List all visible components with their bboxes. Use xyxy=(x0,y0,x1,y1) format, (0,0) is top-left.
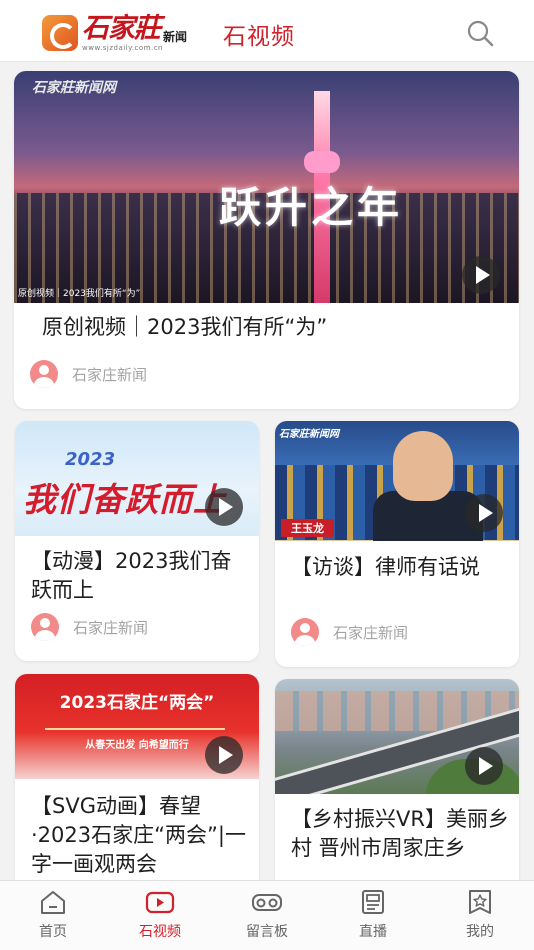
thumbnail-watermark: 石家莊新闻网 xyxy=(32,80,116,96)
thumbnail-header-text: 2023石家庄“两会” xyxy=(59,693,215,713)
source-name: 石家庄新闻 xyxy=(72,365,148,384)
video-source: 石家庄新闻 xyxy=(30,360,147,388)
avatar xyxy=(30,360,58,388)
tab-label: 留言板 xyxy=(246,924,288,940)
tv-tower-top xyxy=(304,151,340,173)
video-thumbnail[interactable] xyxy=(275,679,519,794)
video-card[interactable]: 2023石家庄“两会” 从春天出发 向希望而行 【SVG动画】春望·2023石家… xyxy=(15,674,259,880)
tab-video[interactable]: 石视频 xyxy=(120,889,200,947)
tab-label: 首页 xyxy=(39,924,67,940)
video-thumbnail[interactable]: 石家莊新闻网 王玉龙 xyxy=(275,421,519,541)
avatar xyxy=(291,618,319,646)
video-title[interactable]: 原创视频｜2023我们有所“为” xyxy=(42,313,502,342)
tab-home[interactable]: 首页 xyxy=(13,889,93,947)
play-icon[interactable] xyxy=(462,256,500,294)
logo-emblem-icon xyxy=(42,15,78,51)
video-card[interactable]: 2023 我们奋跃而上 【动漫】2023我们奋跃而上 石家庄新闻 xyxy=(15,421,259,661)
live-news-icon xyxy=(362,890,384,914)
video-thumbnail[interactable]: 2023石家庄“两会” 从春天出发 向希望而行 xyxy=(15,674,259,779)
thumbnail-overlay-text: 跃升之年 xyxy=(219,183,404,232)
thumbnail-divider xyxy=(45,728,225,730)
search-button[interactable] xyxy=(465,18,495,48)
tab-label: 石视频 xyxy=(139,924,181,940)
play-icon[interactable] xyxy=(205,736,243,774)
video-source: 石家庄新闻 xyxy=(31,613,148,641)
video-source: 石家庄新闻 xyxy=(291,618,408,646)
speaker-face xyxy=(393,431,453,501)
avatar xyxy=(31,613,59,641)
thumbnail-watermark: 石家莊新闻网 xyxy=(279,429,339,440)
brand-logo[interactable]: 石家莊 新闻 www.sjzdaily.com.cn xyxy=(42,13,197,53)
video-play-icon xyxy=(145,891,175,914)
top-header: 石家莊 新闻 www.sjzdaily.com.cn 石视频 xyxy=(0,0,534,62)
tab-label: 我的 xyxy=(466,924,494,940)
play-icon[interactable] xyxy=(205,488,243,526)
tab-profile[interactable]: 我的 xyxy=(440,889,520,947)
video-card[interactable]: 石家莊新闻网 王玉龙 【访谈】律师有话说 石家庄新闻 xyxy=(275,421,519,667)
thumbnail-year: 2023 xyxy=(65,449,116,470)
video-title[interactable]: 【乡村振兴VR】美丽乡村 晋州市周家庄乡 xyxy=(291,805,511,863)
home-icon xyxy=(41,891,65,914)
source-name: 石家庄新闻 xyxy=(333,623,409,642)
video-feed[interactable]: 石家莊新闻网 跃升之年 原创视频｜2023我们有所“为” 原创视频｜2023我们… xyxy=(0,62,534,880)
play-icon[interactable] xyxy=(465,494,503,532)
video-title[interactable]: 【SVG动画】春望·2023石家庄“两会”|一字一画观两会 xyxy=(31,792,257,879)
thumbnail-caption: 原创视频｜2023我们有所“为” xyxy=(18,289,141,299)
video-thumbnail[interactable]: 石家莊新闻网 跃升之年 原创视频｜2023我们有所“为” xyxy=(14,71,519,303)
play-icon[interactable] xyxy=(465,747,503,785)
video-card[interactable]: 【乡村振兴VR】美丽乡村 晋州市周家庄乡 xyxy=(275,679,519,880)
video-thumbnail[interactable]: 2023 我们奋跃而上 xyxy=(15,421,259,536)
video-title[interactable]: 【动漫】2023我们奋跃而上 xyxy=(31,547,251,605)
video-card[interactable]: 石家莊新闻网 跃升之年 原创视频｜2023我们有所“为” 原创视频｜2023我们… xyxy=(14,71,519,409)
speaker-nameplate: 王玉龙 xyxy=(281,519,334,537)
profile-star-icon xyxy=(469,890,491,914)
thumbnail-art-text: 我们奋跃而上 xyxy=(23,480,227,519)
brand-sub: 新闻 xyxy=(163,30,188,44)
tab-message-board[interactable]: 留言板 xyxy=(227,889,307,947)
vr-glasses-icon xyxy=(252,894,282,911)
brand-name: 石家莊 xyxy=(82,13,161,44)
tab-label: 直播 xyxy=(359,924,387,940)
video-title[interactable]: 【访谈】律师有话说 xyxy=(291,553,511,582)
tab-live[interactable]: 直播 xyxy=(333,889,413,947)
source-name: 石家庄新闻 xyxy=(73,618,149,637)
brand-url: www.sjzdaily.com.cn xyxy=(82,44,163,52)
search-icon xyxy=(467,20,494,47)
bottom-tab-bar: 首页 石视频 留言板 直播 我的 xyxy=(0,880,534,950)
channel-title: 石视频 xyxy=(223,24,295,50)
